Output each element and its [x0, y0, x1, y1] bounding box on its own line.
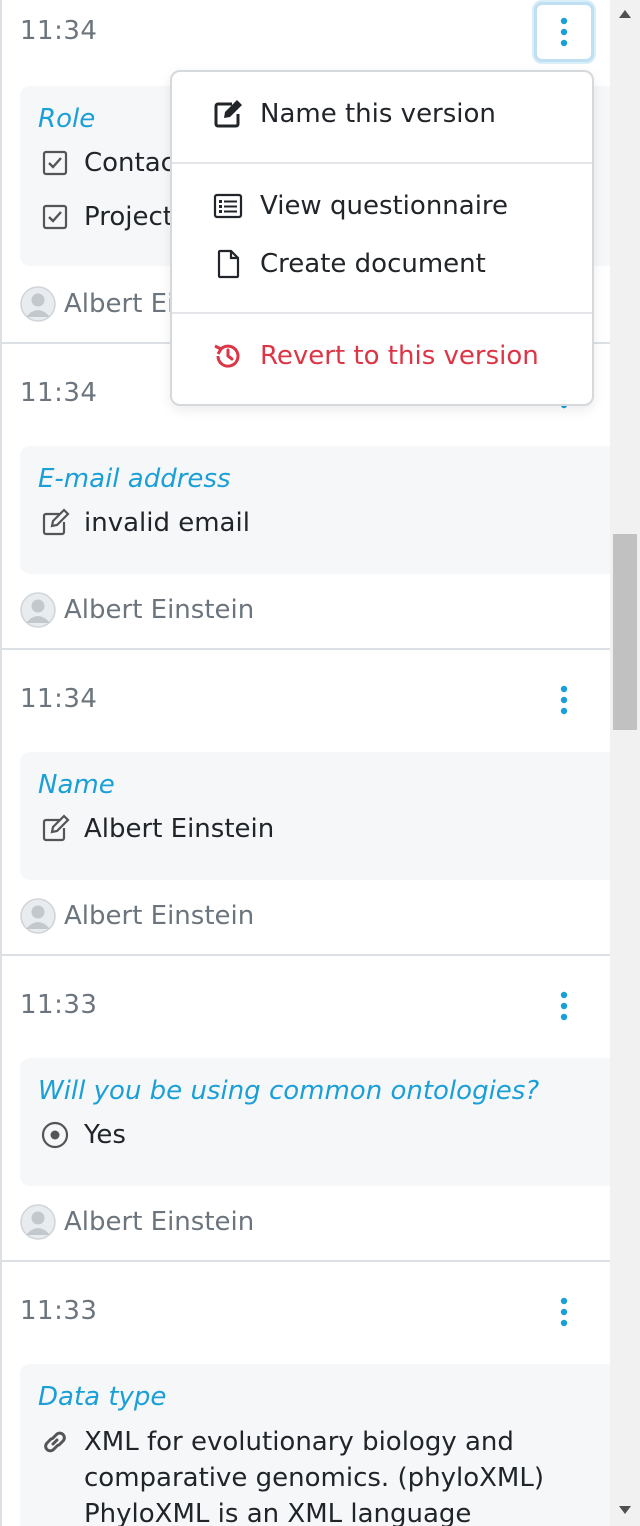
event-user: Albert Einstein [20, 1204, 254, 1240]
event-time: 11:33 [20, 990, 98, 1020]
event-actions-menu: Name this version View questionnaire Cre… [170, 70, 594, 406]
view-questionnaire-menu-item[interactable]: View questionnaire [212, 190, 508, 222]
check-square-icon [42, 150, 68, 176]
avatar-icon [20, 592, 56, 628]
change-card: E-mail address invalid email [20, 446, 620, 574]
check-square-icon [42, 204, 68, 230]
ellipsis-vertical-icon [560, 991, 568, 1021]
list-icon [213, 193, 243, 219]
event-time: 11:34 [20, 378, 98, 408]
question-label: E-mail address [38, 464, 231, 494]
history-event: 11:33 Will you be using common ontologie… [0, 954, 620, 1262]
avatar-icon [20, 898, 56, 934]
ellipsis-vertical-icon [560, 1297, 568, 1327]
history-event: 11:34 Name Albert Einstein Albert Einste… [0, 648, 620, 956]
event-user: Albert Einstein [20, 898, 254, 934]
edit-icon [42, 508, 70, 536]
history-icon [214, 344, 240, 368]
menu-divider [172, 312, 592, 314]
event-time: 11:34 [20, 16, 98, 46]
file-icon [217, 249, 240, 279]
ellipsis-vertical-icon [560, 17, 568, 47]
change-card: Will you be using common ontologies? Yes [20, 1058, 620, 1186]
scrollbar[interactable] [610, 0, 640, 1526]
edit-icon [42, 814, 70, 842]
history-event: 11:33 Data type XML for evolutionary bio… [0, 1260, 620, 1526]
answer-item: Yes [40, 1120, 126, 1150]
event-time: 11:34 [20, 684, 98, 714]
event-actions-button[interactable] [534, 670, 594, 730]
scroll-up-arrow-icon[interactable] [619, 10, 631, 18]
scroll-down-arrow-icon[interactable] [619, 1506, 631, 1514]
version-history-panel: 11:34 Role Contact Person Project Leade [0, 0, 640, 1526]
create-document-menu-item[interactable]: Create document [212, 248, 486, 280]
event-user: Albert Einstein [20, 592, 254, 628]
question-label: Role [38, 104, 96, 134]
edit-icon [214, 100, 242, 128]
change-card: Name Albert Einstein [20, 752, 620, 880]
menu-divider [172, 162, 592, 164]
change-card: Data type XML for evolutionary biology a… [20, 1364, 620, 1526]
scrollbar-thumb[interactable] [613, 534, 637, 730]
link-icon [44, 1431, 66, 1453]
avatar-icon [20, 1204, 56, 1240]
ellipsis-vertical-icon [560, 685, 568, 715]
event-time: 11:33 [20, 1296, 98, 1326]
event-actions-button[interactable] [534, 1282, 594, 1342]
answer-item: XML for evolutionary biology and compara… [40, 1424, 600, 1526]
answer-item: Albert Einstein [40, 814, 274, 844]
answer-item: invalid email [40, 508, 250, 538]
event-actions-button[interactable] [534, 976, 594, 1036]
name-version-menu-item[interactable]: Name this version [212, 98, 496, 130]
question-label: Will you be using common ontologies? [38, 1076, 540, 1106]
avatar-icon [20, 286, 56, 322]
event-actions-button[interactable] [534, 2, 594, 62]
question-label: Data type [38, 1382, 167, 1412]
revert-version-menu-item[interactable]: Revert to this version [212, 340, 539, 372]
question-label: Name [38, 770, 115, 800]
radio-selected-icon [41, 1121, 69, 1149]
